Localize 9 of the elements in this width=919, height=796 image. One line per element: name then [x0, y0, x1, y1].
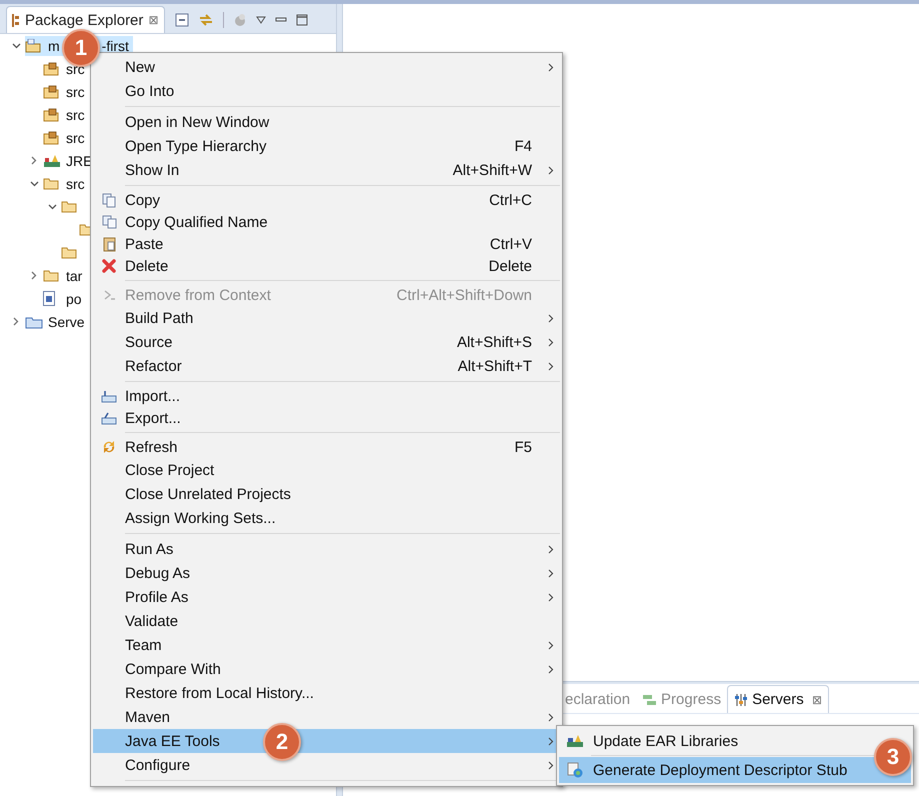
shortcut-text: Alt+Shift+S [456, 334, 532, 350]
shortcut-text: Alt+Shift+T [458, 358, 532, 374]
shortcut-text: F4 [514, 138, 532, 154]
shortcut-text: Ctrl+Alt+Shift+Down [396, 286, 532, 304]
shortcut-text: Delete [488, 258, 532, 274]
shortcut-text: Ctrl+C [489, 192, 532, 208]
shortcut-text: F5 [514, 438, 532, 456]
shortcut-text: Alt+Shift+W [452, 162, 532, 178]
shortcut-text: Ctrl+V [490, 236, 532, 252]
